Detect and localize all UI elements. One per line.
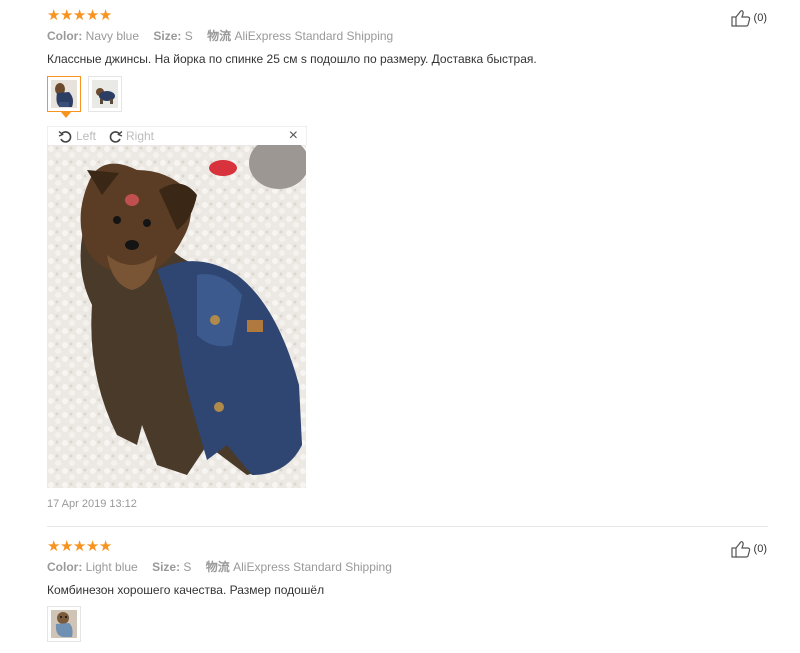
star-icon: ★ <box>72 7 86 24</box>
active-thumbnail-caret <box>61 112 71 118</box>
star-icon: ★ <box>47 7 60 24</box>
star-icon: ★ <box>85 538 99 555</box>
color-label: Color: <box>47 29 83 43</box>
shipping-value: AliExpress Standard Shipping <box>234 29 394 43</box>
star-rating: ★ ★ ★ ★ ★ <box>47 538 112 555</box>
photo-thumbnail[interactable] <box>88 76 122 112</box>
rotate-left-label: Left <box>76 129 97 143</box>
star-icon: ★ <box>47 538 60 555</box>
review-item: ★ ★ ★ ★ ★ (0) Color: Navy blue Size: S 物… <box>0 0 800 527</box>
review-photo-thumbnails <box>47 606 81 642</box>
dog-photo-thumbnail <box>51 610 77 638</box>
rotate-left-button[interactable]: Left <box>58 128 96 144</box>
review-photo-large <box>47 145 306 488</box>
review-divider <box>47 526 768 527</box>
photo-viewer-toolbar: Left Right × <box>47 126 307 145</box>
star-icon: ★ <box>72 538 86 555</box>
size-value: S <box>183 560 192 574</box>
rotate-right-icon <box>109 130 123 143</box>
review-meta: Color: Light blue Size: S 物流 AliExpress … <box>47 560 392 574</box>
dog-photo-thumbnail <box>92 80 118 108</box>
thumbs-up-icon <box>730 541 750 558</box>
star-rating: ★ ★ ★ ★ ★ <box>47 7 112 24</box>
like-button[interactable]: (0) <box>730 9 767 27</box>
rotate-right-label: Right <box>126 129 155 143</box>
star-icon: ★ <box>85 7 99 24</box>
photo-thumbnail[interactable] <box>47 606 81 642</box>
review-date: 17 Apr 2019 13:12 <box>47 498 137 510</box>
size-label: Size: <box>153 29 182 43</box>
like-count: (0) <box>753 543 767 555</box>
star-icon: ★ <box>59 538 73 555</box>
rotate-left-icon <box>58 130 72 143</box>
shipping-label: 物流 <box>207 29 232 43</box>
color-value: Light blue <box>85 560 138 574</box>
star-icon: ★ <box>98 538 112 555</box>
dog-in-denim-photo <box>47 145 306 488</box>
shipping-value: AliExpress Standard Shipping <box>233 560 392 574</box>
dog-photo-thumbnail <box>51 80 77 108</box>
review-text: Классные джинсы. На йорка по спинке 25 с… <box>47 52 537 66</box>
like-button[interactable]: (0) <box>730 540 767 558</box>
size-value: S <box>184 29 193 43</box>
like-count: (0) <box>753 12 767 24</box>
star-icon: ★ <box>59 7 73 24</box>
photo-viewer: Left Right × <box>47 126 307 488</box>
photo-thumbnail[interactable] <box>47 76 81 118</box>
color-label: Color: <box>47 560 83 574</box>
star-icon: ★ <box>98 7 112 24</box>
review-text: Комбинезон хорошего качества. Размер под… <box>47 583 325 597</box>
thumbs-up-icon <box>730 10 750 27</box>
color-value: Navy blue <box>85 29 140 43</box>
close-icon[interactable]: × <box>289 127 298 145</box>
rotate-right-button[interactable]: Right <box>108 128 154 144</box>
review-meta: Color: Navy blue Size: S 物流 AliExpress S… <box>47 29 393 43</box>
shipping-label: 物流 <box>205 560 230 574</box>
review-item: ★ ★ ★ ★ ★ (0) Color: Light blue Size: S … <box>0 530 800 653</box>
review-photo-thumbnails <box>47 76 122 118</box>
size-label: Size: <box>152 560 181 574</box>
